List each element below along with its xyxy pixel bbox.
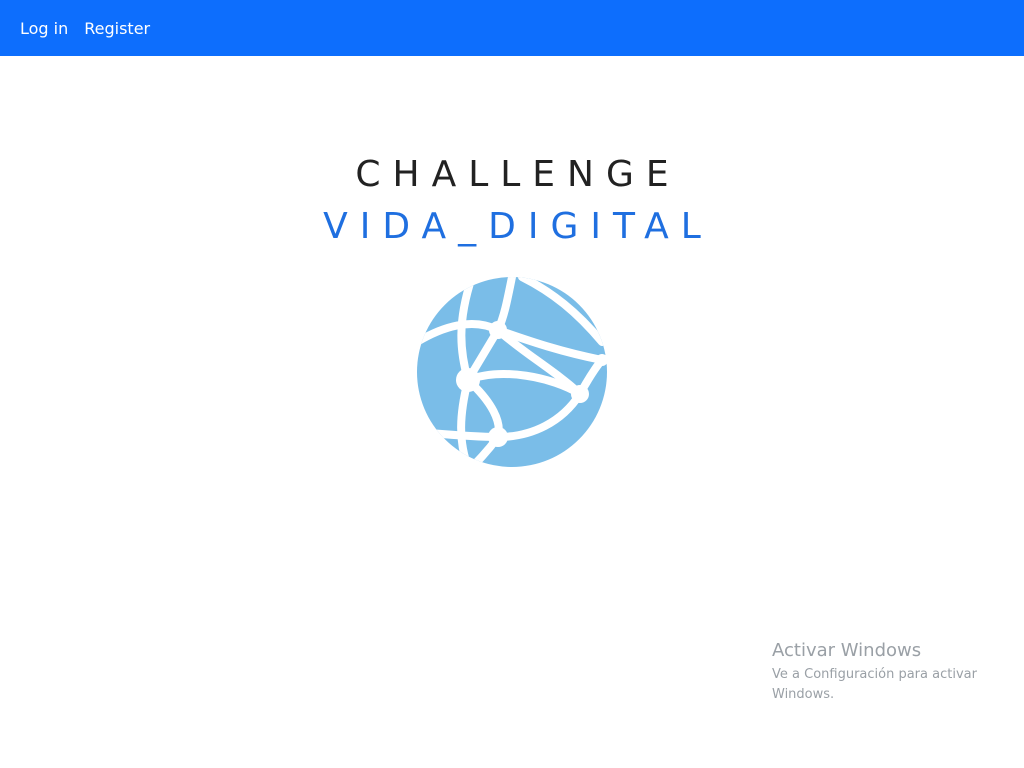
watermark-subtitle: Ve a Configuración para activar Windows. [772,667,977,702]
login-link[interactable]: Log in [20,19,68,38]
top-navbar: Log in Register [0,0,1024,56]
title-vida-digital: VIDA_DIGITAL [323,206,713,247]
register-link[interactable]: Register [84,19,150,38]
title-challenge: CHALLENGE [355,154,681,195]
globe-network-icon [417,277,608,467]
watermark-title: Activar Windows [772,640,922,661]
windows-activation-watermark: Activar Windows Ve a Configuración para … [772,640,1012,705]
